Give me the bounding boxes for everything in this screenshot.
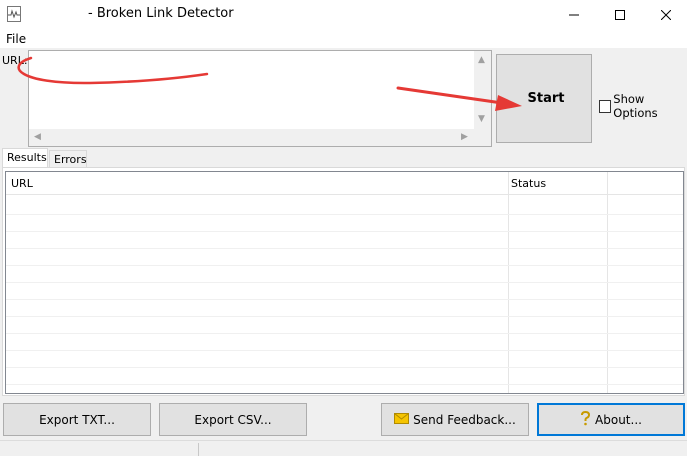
checkbox-box[interactable]: [599, 99, 612, 113]
envelope-icon: [394, 412, 410, 427]
grid-line: [6, 299, 683, 300]
url-input-box[interactable]: ▲ ▼ ◀ ▶: [28, 50, 492, 147]
export-csv-label: Export CSV...: [194, 412, 272, 427]
column-header-status[interactable]: Status: [511, 177, 546, 190]
grid-line: [6, 316, 683, 317]
url-label: URL:: [2, 54, 28, 67]
help-icon: [580, 410, 591, 429]
horizontal-scrollbar[interactable]: ◀ ▶: [29, 129, 475, 146]
grid-line: [6, 333, 683, 334]
grid-line: [6, 384, 683, 385]
tab-results[interactable]: Results: [2, 148, 48, 168]
status-bar: [0, 440, 687, 456]
menu-file[interactable]: File: [6, 32, 26, 46]
export-txt-label: Export TXT...: [39, 412, 115, 427]
scroll-corner: [474, 129, 491, 146]
about-button[interactable]: About...: [537, 403, 685, 436]
maximize-button[interactable]: [597, 0, 643, 30]
grid-line: [6, 282, 683, 283]
show-options-checkbox[interactable]: Show Options: [599, 92, 687, 120]
column-divider: [508, 172, 509, 393]
url-input[interactable]: [31, 53, 475, 129]
app-icon: [7, 6, 21, 22]
results-panel: URL Status: [2, 167, 685, 396]
about-label: About...: [595, 412, 642, 427]
list-header: URL Status: [6, 172, 683, 195]
grid-line: [6, 350, 683, 351]
column-header-url[interactable]: URL: [11, 177, 33, 190]
status-separator: [198, 443, 199, 456]
grid-line: [6, 231, 683, 232]
export-txt-button[interactable]: Export TXT...: [3, 403, 151, 436]
results-list[interactable]: URL Status: [5, 171, 684, 394]
grid-line: [6, 214, 683, 215]
show-options-label: Show Options: [613, 92, 658, 120]
close-button[interactable]: [643, 0, 687, 30]
window-title: - Broken Link Detector: [88, 6, 234, 21]
vertical-scrollbar[interactable]: ▲ ▼: [474, 51, 491, 129]
send-feedback-label: Send Feedback...: [413, 412, 516, 427]
start-button[interactable]: Start: [496, 54, 592, 143]
column-divider: [607, 172, 608, 393]
export-csv-button[interactable]: Export CSV...: [159, 403, 307, 436]
minimize-button[interactable]: [551, 0, 597, 30]
send-feedback-button[interactable]: Send Feedback...: [381, 403, 529, 436]
menu-bar: File: [0, 30, 687, 48]
grid-line: [6, 367, 683, 368]
grid-line: [6, 265, 683, 266]
title-bar: - Broken Link Detector: [0, 0, 687, 30]
grid-line: [6, 248, 683, 249]
